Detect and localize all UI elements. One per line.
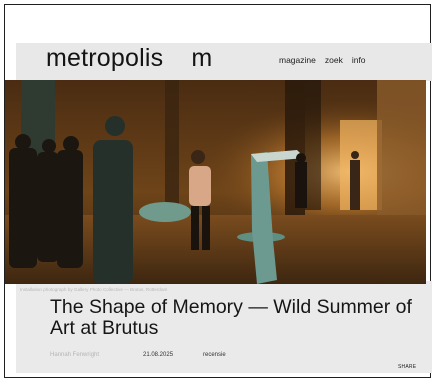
main-nav: magazine zoek info (279, 55, 366, 65)
hero-image (5, 80, 426, 284)
logo-word: metropolis (46, 44, 164, 72)
exhibition-photo (5, 80, 426, 284)
nav-item-zoek[interactable]: zoek (325, 55, 343, 65)
article-date: 21.08.2025 (143, 352, 174, 358)
photo-caption: Installation photograph by Gallery Photo… (20, 287, 168, 292)
share-button[interactable]: SHARE (398, 364, 416, 370)
logo-letter: m (191, 44, 213, 72)
nav-item-info[interactable]: info (352, 55, 366, 65)
nav-item-magazine[interactable]: magazine (279, 55, 316, 65)
article-title: The Shape of Memory — Wild Summer of Art… (50, 296, 412, 339)
site-logo[interactable]: metropolis m (46, 42, 212, 74)
article-category[interactable]: recensie (203, 352, 226, 358)
article-author[interactable]: Hannah Fenwright (50, 352, 99, 358)
